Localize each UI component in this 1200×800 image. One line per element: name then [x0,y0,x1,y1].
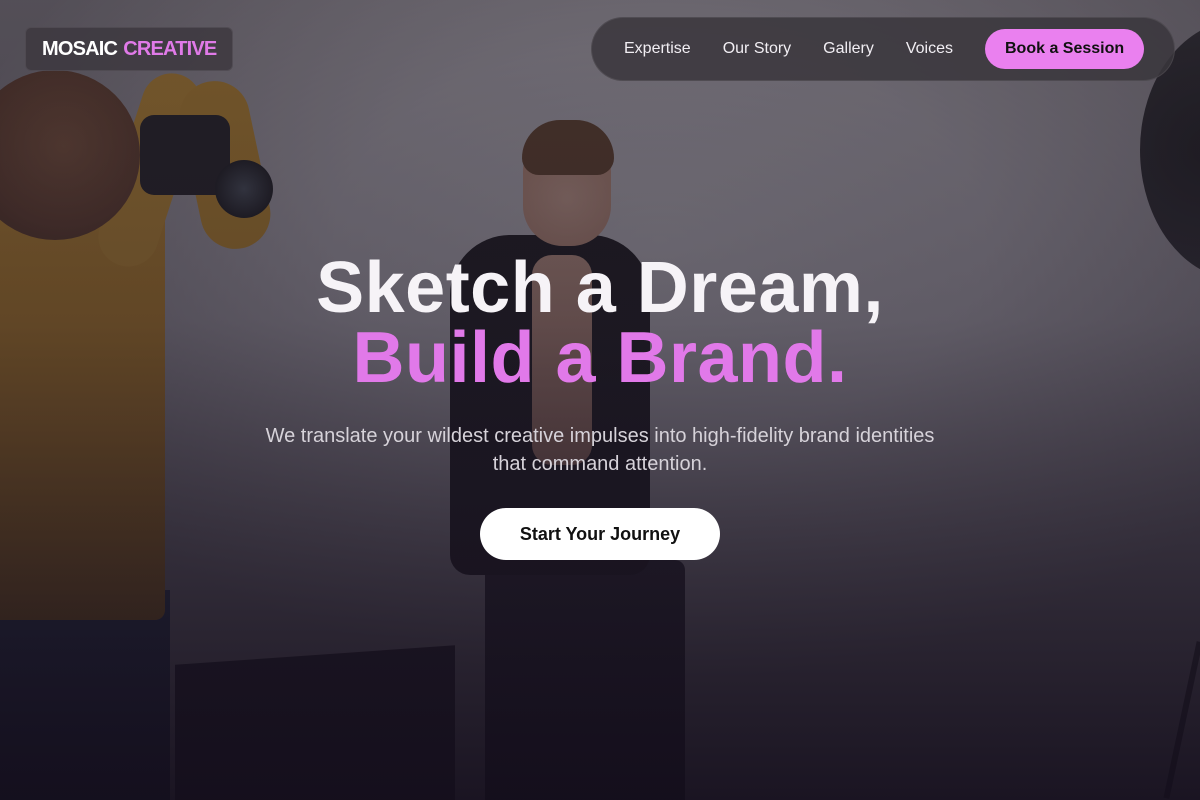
nav-item-expertise[interactable]: Expertise [624,40,691,58]
main-nav: Expertise Our Story Gallery Voices Book … [591,17,1175,81]
hero-subtitle: We translate your wildest creative impul… [265,425,935,475]
hero-headline-line1: Sketch a Dream, [316,248,884,328]
hero-section: Sketch a Dream, Build a Brand. We transl… [0,252,1200,560]
brand-logo[interactable]: MOSAIC CREATIVE [25,27,234,71]
hero-headline-line2: Build a Brand. [352,318,848,398]
start-journey-button[interactable]: Start Your Journey [480,508,720,560]
book-session-button[interactable]: Book a Session [985,29,1145,69]
nav-item-our-story[interactable]: Our Story [723,40,791,58]
brand-name-primary: MOSAIC [42,37,118,60]
brand-name-accent: CREATIVE [123,37,217,60]
nav-item-voices[interactable]: Voices [906,40,953,58]
nav-item-gallery[interactable]: Gallery [823,40,874,58]
